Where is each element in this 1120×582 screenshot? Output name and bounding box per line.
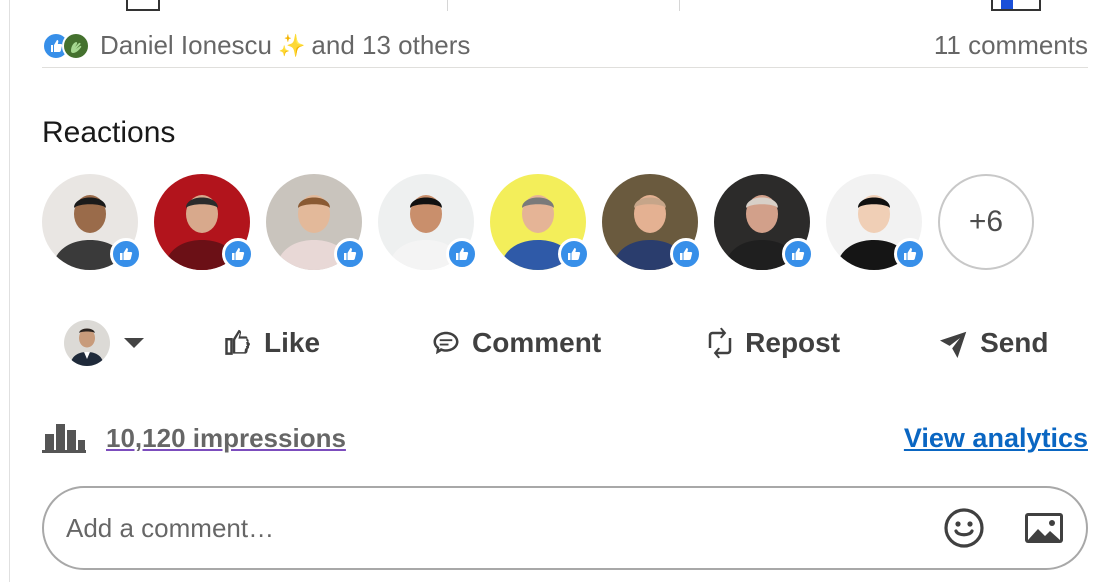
like-label: Like bbox=[264, 327, 321, 358]
reactor-name: Daniel Ionescu bbox=[100, 30, 272, 60]
repost-icon bbox=[705, 327, 735, 359]
comment-icon bbox=[430, 328, 462, 358]
repost-label: Repost bbox=[745, 327, 841, 358]
social-counts-row: Daniel Ionescu ✨ and 13 others 11 commen… bbox=[42, 24, 1088, 68]
comment-button[interactable]: Comment bbox=[430, 327, 601, 359]
actor-avatar bbox=[64, 320, 110, 366]
reaction-icon-stack bbox=[42, 31, 90, 60]
emoji-icon[interactable] bbox=[942, 506, 986, 550]
thumbs-up-icon bbox=[224, 328, 254, 358]
reactor-avatar[interactable] bbox=[42, 174, 142, 270]
media-divider bbox=[447, 0, 448, 11]
reactor-avatar-list: +6 bbox=[42, 174, 1034, 270]
like-badge-icon bbox=[222, 238, 254, 270]
bar-chart-icon bbox=[42, 422, 86, 454]
like-badge-icon bbox=[558, 238, 590, 270]
like-badge-icon bbox=[110, 238, 142, 270]
like-badge-icon bbox=[670, 238, 702, 270]
reactor-avatar[interactable] bbox=[490, 174, 590, 270]
like-button[interactable]: Like bbox=[224, 327, 320, 359]
repost-button[interactable]: Repost bbox=[705, 327, 840, 359]
left-panel-border bbox=[0, 0, 10, 582]
media-fragment bbox=[991, 0, 1041, 11]
more-reactors-button[interactable]: +6 bbox=[938, 174, 1034, 270]
reactions-heading: Reactions bbox=[42, 116, 176, 149]
celebrate-reaction-icon bbox=[62, 31, 90, 60]
comments-count-link[interactable]: 11 comments bbox=[934, 30, 1088, 61]
sparkle-emoji: ✨ bbox=[278, 32, 306, 58]
reactor-avatar[interactable] bbox=[154, 174, 254, 270]
post-action-bar: Like Comment Repost Send bbox=[42, 312, 1088, 374]
comment-label: Comment bbox=[472, 327, 602, 358]
like-badge-icon bbox=[782, 238, 814, 270]
media-fragment bbox=[126, 0, 160, 11]
reactor-avatar[interactable] bbox=[378, 174, 478, 270]
impressions-link[interactable]: 10,120 impressions bbox=[106, 423, 346, 454]
comment-composer bbox=[42, 486, 1088, 570]
others-count: and 13 others bbox=[311, 30, 471, 60]
send-paper-plane-icon bbox=[940, 328, 970, 358]
media-divider bbox=[679, 0, 680, 11]
post-media-bottom-edge bbox=[10, 0, 1120, 12]
view-analytics-link[interactable]: View analytics bbox=[904, 423, 1088, 454]
like-badge-icon bbox=[334, 238, 366, 270]
chevron-down-icon bbox=[124, 338, 144, 348]
send-label: Send bbox=[980, 327, 1049, 358]
analytics-row: 10,120 impressions View analytics bbox=[42, 414, 1088, 462]
like-badge-icon bbox=[894, 238, 926, 270]
image-icon[interactable] bbox=[1022, 506, 1066, 550]
reactor-avatar[interactable] bbox=[826, 174, 926, 270]
comment-input[interactable] bbox=[66, 512, 906, 544]
reactor-avatar[interactable] bbox=[266, 174, 366, 270]
reactor-avatar[interactable] bbox=[602, 174, 702, 270]
reactor-avatar[interactable] bbox=[714, 174, 814, 270]
reactions-summary[interactable]: Daniel Ionescu ✨ and 13 others bbox=[42, 30, 470, 61]
actor-switcher[interactable] bbox=[64, 320, 144, 366]
like-badge-icon bbox=[446, 238, 478, 270]
send-button[interactable]: Send bbox=[940, 327, 1049, 359]
impressions-summary: 10,120 impressions bbox=[42, 422, 346, 454]
